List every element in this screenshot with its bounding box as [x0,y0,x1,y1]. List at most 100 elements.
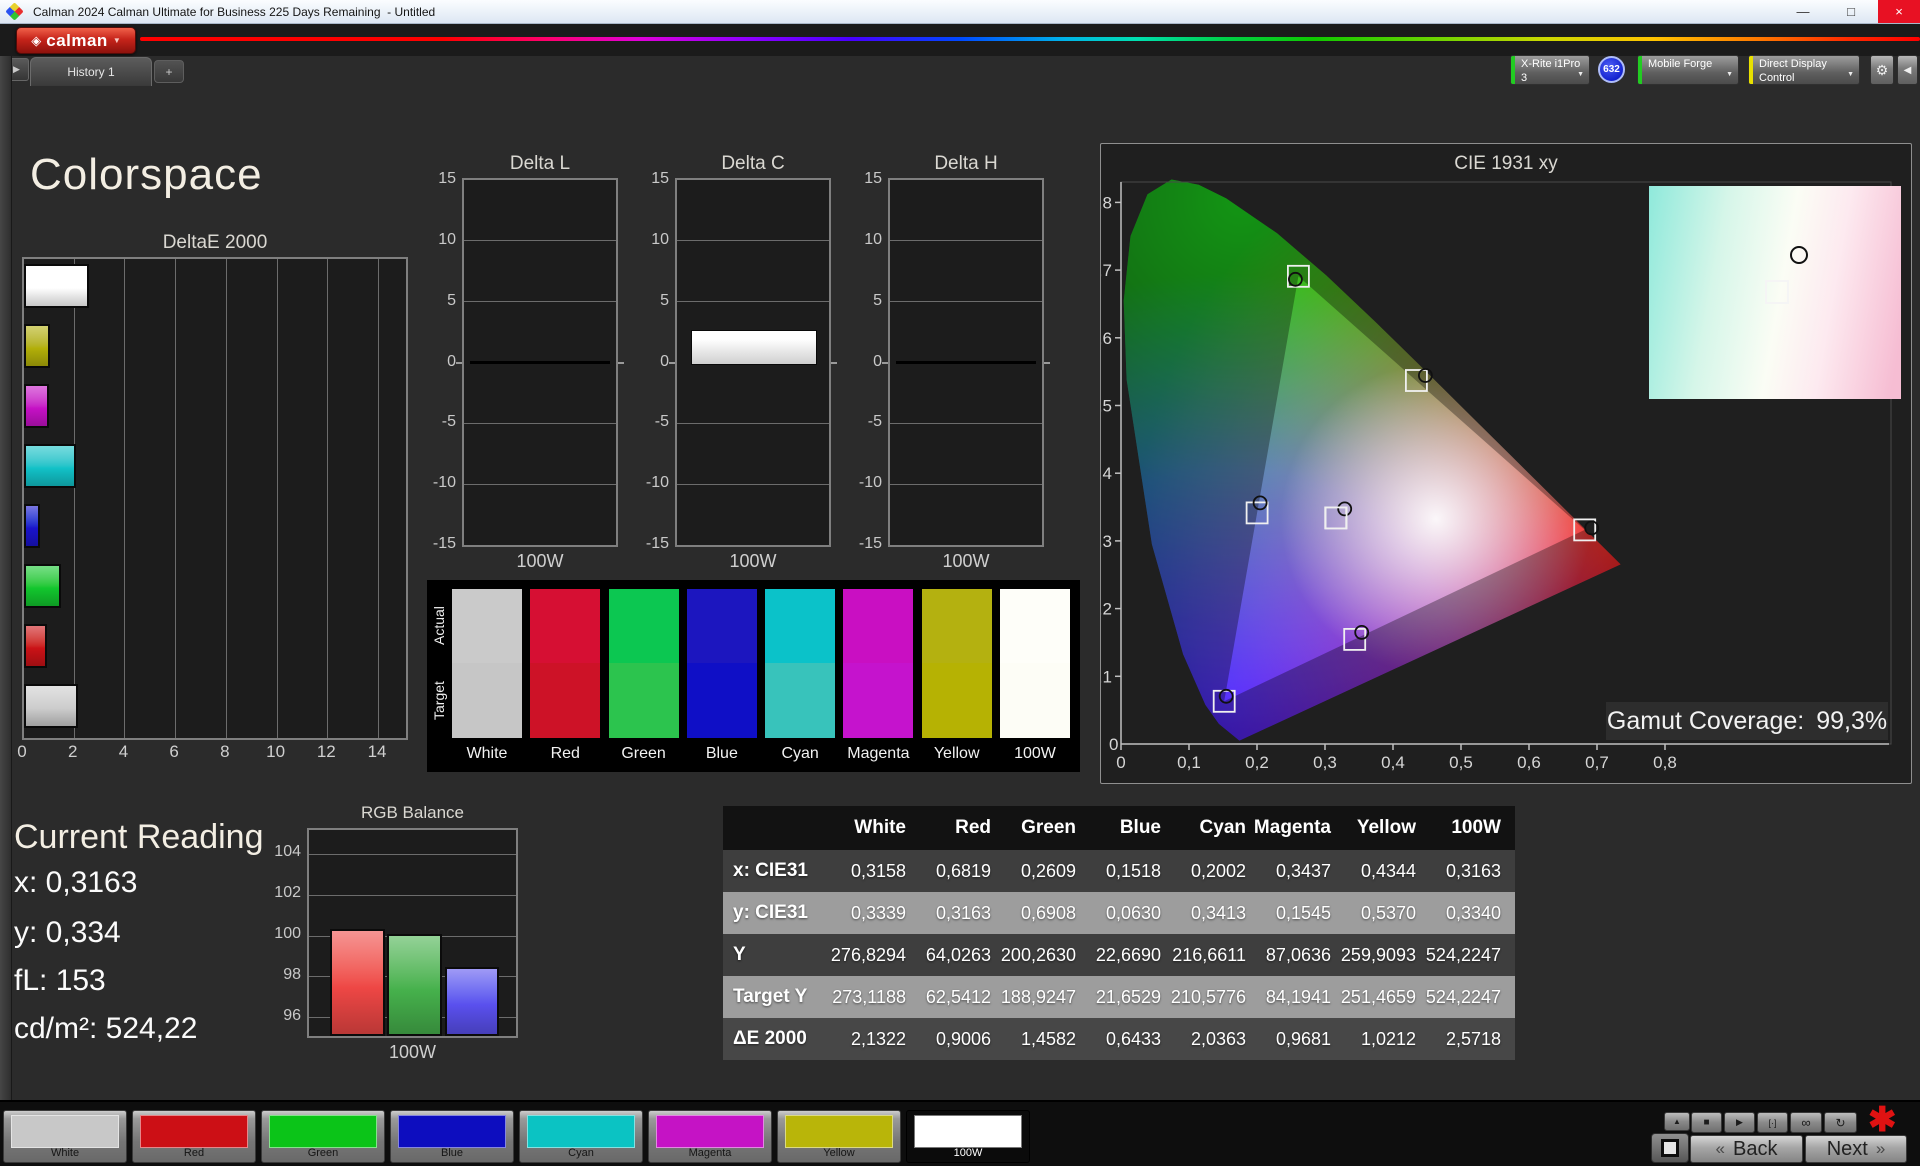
tab-history-1[interactable]: History 1 [30,57,152,86]
swatch-target [530,663,601,738]
table-header-blank [723,806,835,850]
pattern-color [656,1115,764,1148]
close-button[interactable]: × [1878,0,1920,23]
table-cell: 0,3413 [1175,892,1260,934]
grid-line [175,259,176,738]
swatch-target [843,663,914,738]
grid-line [309,853,516,855]
axis-tick-label: 98 [283,965,301,983]
actual-row-label: Actual [431,606,447,646]
pattern-button-cyan[interactable]: Cyan [519,1110,643,1163]
play-button[interactable]: ▶ [1724,1112,1755,1133]
swatch-actual [921,589,992,663]
maximize-button[interactable]: □ [1830,0,1872,23]
swatch-items: White Red Green Blue Cyan Magenta Yellow 100W [452,589,1070,763]
axis-tick [1044,361,1050,364]
calman-menu-button[interactable]: ◈ calman ▼ [16,27,136,54]
table-header-Red: Red [920,806,1005,850]
swatch-cyan: Cyan [765,589,836,763]
expand-tray-button[interactable]: ▲ [1664,1112,1690,1131]
table-cell: 251,4659 [1341,976,1430,1018]
deltae-bar-green [24,564,61,608]
rgb-balance-plot [307,828,518,1038]
loop-button[interactable]: ↻ [1824,1112,1857,1133]
source-dropdown[interactable]: Mobile Forge [1637,55,1739,85]
stop-button[interactable]: ■ [1691,1112,1722,1133]
pattern-label: White [50,1147,80,1159]
meter-line1: X-Rite i1Pro 3 [1521,58,1581,84]
minimize-button[interactable]: — [1782,0,1824,23]
table-cell: 0,3340 [1430,892,1515,934]
pattern-label: Yellow [823,1147,855,1159]
grid-line [226,259,227,738]
deltae-bar-blue [24,504,40,548]
axis-tick-label: 2 [67,742,78,761]
delta_h-zero-bar [896,361,1036,364]
settings-gear-button[interactable]: ⚙ [1870,55,1894,85]
collapse-panel-button[interactable]: ◀ [1897,55,1918,85]
meter-dropdown[interactable]: X-Rite i1Pro 3 Direct View [1510,55,1590,85]
table-cell: 0,4344 [1345,850,1430,892]
single-measure-button[interactable]: [·] [1757,1112,1788,1133]
table-cell: 259,9093 [1341,934,1430,976]
svg-text:0,8: 0,8 [1101,193,1112,212]
swatch-magenta: Magenta [843,589,914,763]
pattern-button-red[interactable]: Red [132,1110,256,1163]
pattern-button-magenta[interactable]: Magenta [648,1110,772,1163]
table-cell: 0,1545 [1260,892,1345,934]
left-panel-edge [0,56,12,1100]
axis-tick-label: 96 [283,1006,301,1024]
delta_h-plot [888,178,1044,547]
back-button[interactable]: « Back [1690,1135,1803,1163]
axis-tick-label: -15 [432,535,456,552]
pattern-color [527,1115,635,1148]
grid-line [464,483,616,485]
swatch-actual [686,589,757,663]
application-window: Calman 2024 Calman Ultimate for Business… [0,0,1920,1166]
table-cell: 216,6611 [1172,934,1260,976]
svg-text:0: 0 [1109,735,1118,754]
gamut-coverage-value: 99,3% [1816,706,1888,735]
svg-text:0,5: 0,5 [1449,753,1473,772]
axis-tick-label: 15 [438,170,456,187]
axis-tick-label: 10 [651,230,669,248]
swatch-target [608,663,679,738]
current-reading-x: x: 0,3163 [14,866,138,899]
delta_c-title: Delta C [721,153,785,174]
rgb-balance-x-label: 100W [388,1042,437,1062]
deltae-chart-title: DeltaE 2000 [162,232,268,253]
table-cell: 210,5776 [1171,976,1260,1018]
axis-tick-label: 5 [447,291,456,309]
next-chevron-icon: » [1875,1139,1886,1158]
pattern-button-yellow[interactable]: Yellow [777,1110,901,1163]
pattern-button-100w[interactable]: 100W [906,1110,1030,1163]
grid-line [890,240,1042,242]
pattern-button-blue[interactable]: Blue [390,1110,514,1163]
app-icon [5,2,24,21]
title-bar: Calman 2024 Calman Ultimate for Business… [0,0,1920,24]
pattern-button-white[interactable]: White [3,1110,127,1163]
table-row-label: y: CIE31 [723,892,835,934]
delta_h-x-label: 100W [942,551,990,571]
table-cell: 2,5718 [1430,1018,1515,1060]
axis-tick [618,361,624,364]
calman-diamond-icon: ◈ [31,33,42,48]
delta_c-x-label: 100W [729,551,777,571]
svg-text:0,3: 0,3 [1313,753,1337,772]
svg-text:0,2: 0,2 [1101,600,1112,619]
pattern-window-button[interactable] [1651,1133,1689,1163]
axis-tick [831,361,837,364]
continuous-measure-button[interactable]: ∞ [1790,1112,1822,1133]
add-tab-button[interactable]: + [154,60,184,83]
swatch-actual [843,589,914,663]
swatch-label: Red [550,745,580,762]
swatch-white: White [452,589,522,763]
axis-tick-label: -15 [645,535,669,552]
deltae-bar-red [24,624,47,668]
display-control-dropdown[interactable]: Direct Display Control [1748,55,1860,85]
table-row-label: Y [723,934,835,976]
svg-text:0,6: 0,6 [1517,753,1541,772]
alert-asterisk-icon[interactable]: ✱ [1868,1100,1897,1140]
pattern-button-green[interactable]: Green [261,1110,385,1163]
grid-line [890,301,1042,303]
